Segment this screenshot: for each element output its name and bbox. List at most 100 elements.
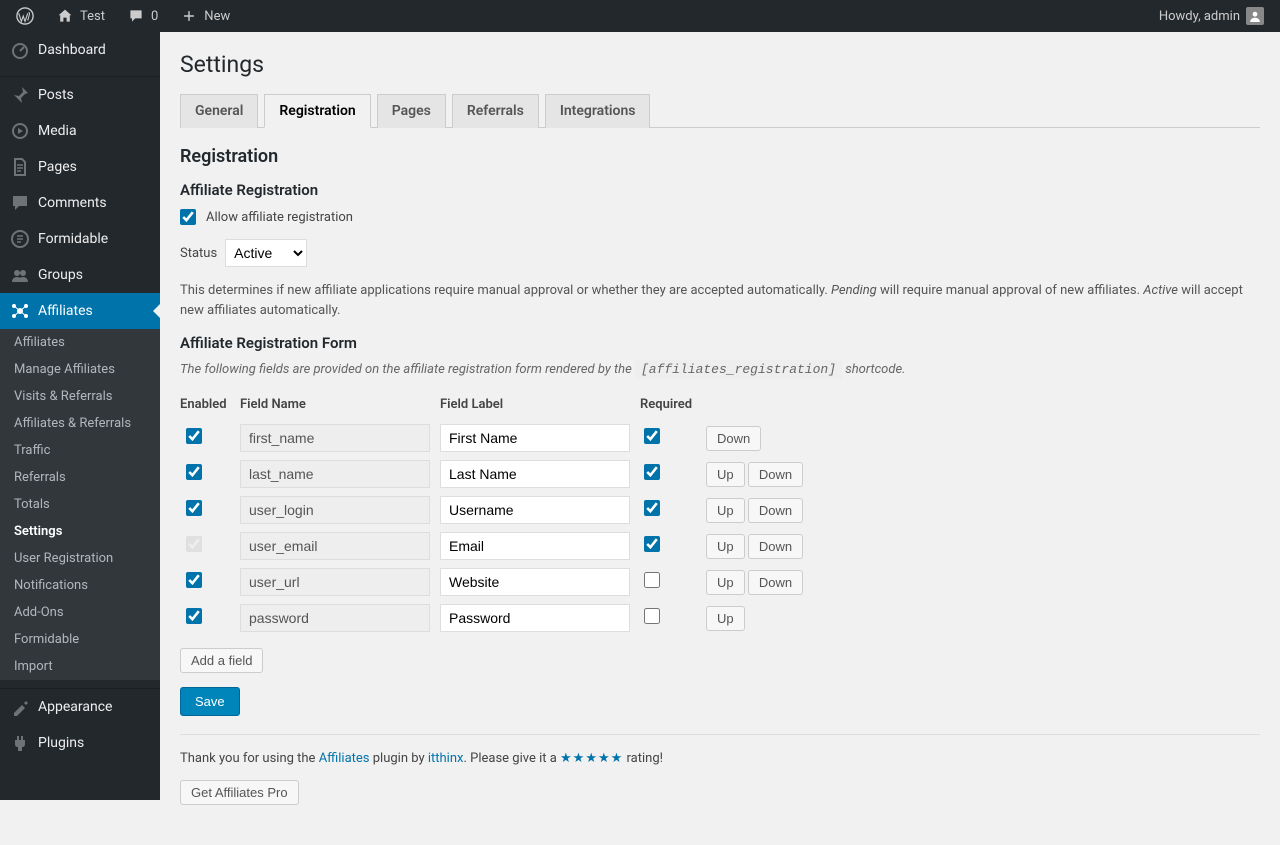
field-name-input[interactable] [240, 604, 430, 632]
field-label-input[interactable] [440, 496, 630, 524]
required-checkbox[interactable] [644, 608, 660, 624]
menu-label: Appearance [38, 699, 112, 715]
menu-label: Dashboard [38, 42, 106, 58]
field-label-input[interactable] [440, 424, 630, 452]
submenu-settings[interactable]: Settings [0, 518, 160, 545]
up-button[interactable]: Up [706, 606, 745, 631]
avatar [1246, 7, 1264, 25]
menu-affiliates[interactable]: Affiliates [0, 293, 160, 329]
submenu-user-registration[interactable]: User Registration [0, 545, 160, 572]
menu-label: Comments [38, 195, 107, 211]
submenu-formidable[interactable]: Formidable [0, 626, 160, 653]
submenu-totals[interactable]: Totals [0, 491, 160, 518]
enabled-checkbox[interactable] [186, 464, 202, 480]
affiliates-icon [10, 301, 30, 321]
menu-media[interactable]: Media [0, 113, 160, 149]
down-button[interactable]: Down [706, 426, 761, 451]
new-link[interactable]: New [172, 0, 238, 32]
menu-posts[interactable]: Posts [0, 77, 160, 113]
down-button[interactable]: Down [748, 570, 803, 595]
new-label: New [204, 9, 230, 24]
menu-dashboard[interactable]: Dashboard [0, 32, 160, 68]
page-title: Settings [180, 42, 1260, 82]
menu-appearance[interactable]: Appearance [0, 689, 160, 725]
submenu-import[interactable]: Import [0, 653, 160, 680]
wp-logo[interactable] [8, 0, 42, 32]
comments-link[interactable]: 0 [119, 0, 166, 32]
appearance-icon [10, 697, 30, 717]
submenu-add-ons[interactable]: Add-Ons [0, 599, 160, 626]
down-button[interactable]: Down [748, 534, 803, 559]
menu-pages[interactable]: Pages [0, 149, 160, 185]
affiliates-link[interactable]: Affiliates [319, 751, 370, 766]
up-button[interactable]: Up [706, 462, 745, 487]
field-label-input[interactable] [440, 532, 630, 560]
field-label-input[interactable] [440, 604, 630, 632]
allow-registration-checkbox[interactable] [180, 209, 196, 225]
field-name-input[interactable] [240, 496, 430, 524]
required-checkbox[interactable] [644, 572, 660, 588]
status-select[interactable]: ActivePending [225, 239, 307, 267]
enabled-checkbox[interactable] [186, 428, 202, 444]
footer-thanks: Thank you for using the Affiliates plugi… [180, 751, 1260, 766]
fields-table: Enabled Field Name Field Label Required … [180, 389, 809, 638]
field-name-input[interactable] [240, 568, 430, 596]
menu-groups[interactable]: Groups [0, 257, 160, 293]
up-button[interactable]: Up [706, 498, 745, 523]
submenu-affiliates[interactable]: Affiliates [0, 329, 160, 356]
plugins-icon [10, 733, 30, 753]
howdy-link[interactable]: Howdy, admin [1151, 0, 1272, 32]
heading-registration-form: Affiliate Registration Form [180, 334, 1260, 352]
tab-referrals[interactable]: Referrals [452, 94, 539, 128]
th-enabled: Enabled [180, 393, 240, 418]
submenu-affiliates-referrals[interactable]: Affiliates & Referrals [0, 410, 160, 437]
required-checkbox[interactable] [644, 464, 660, 480]
save-button[interactable]: Save [180, 687, 240, 716]
enabled-checkbox[interactable] [186, 608, 202, 624]
menu-plugins[interactable]: Plugins [0, 725, 160, 761]
section-registration: Registration [180, 146, 1260, 167]
field-label-input[interactable] [440, 568, 630, 596]
page-icon [10, 157, 30, 177]
field-name-input[interactable] [240, 532, 430, 560]
howdy-text: Howdy, admin [1159, 9, 1240, 24]
down-button[interactable]: Down [748, 462, 803, 487]
required-checkbox[interactable] [644, 428, 660, 444]
tab-integrations[interactable]: Integrations [545, 94, 651, 128]
th-required: Required [640, 393, 706, 418]
site-link[interactable]: Test [48, 0, 113, 32]
rating-stars[interactable]: ★★★★★ [560, 751, 623, 766]
required-checkbox[interactable] [644, 500, 660, 516]
tab-pages[interactable]: Pages [377, 94, 446, 128]
tab-registration[interactable]: Registration [264, 94, 370, 128]
wordpress-icon [16, 7, 34, 25]
up-button[interactable]: Up [706, 534, 745, 559]
field-name-input[interactable] [240, 424, 430, 452]
tab-general[interactable]: General [180, 94, 258, 128]
menu-label: Pages [38, 159, 77, 175]
formidable-icon [10, 229, 30, 249]
submenu-traffic[interactable]: Traffic [0, 437, 160, 464]
field-name-input[interactable] [240, 460, 430, 488]
submenu-manage-affiliates[interactable]: Manage Affiliates [0, 356, 160, 383]
th-order [706, 393, 809, 418]
down-button[interactable]: Down [748, 498, 803, 523]
menu-label: Posts [38, 87, 74, 103]
menu-label: Plugins [38, 735, 84, 751]
enabled-checkbox[interactable] [186, 572, 202, 588]
submenu-referrals[interactable]: Referrals [0, 464, 160, 491]
required-checkbox[interactable] [644, 536, 660, 552]
th-field-name: Field Name [240, 393, 440, 418]
field-label-input[interactable] [440, 460, 630, 488]
author-link[interactable]: itthinx [428, 751, 464, 766]
submenu-notifications[interactable]: Notifications [0, 572, 160, 599]
get-pro-button[interactable]: Get Affiliates Pro [180, 780, 299, 805]
menu-comments[interactable]: Comments [0, 185, 160, 221]
add-field-button[interactable]: Add a field [180, 648, 263, 673]
status-description: This determines if new affiliate applica… [180, 281, 1260, 320]
enabled-checkbox[interactable] [186, 500, 202, 516]
submenu-visits-referrals[interactable]: Visits & Referrals [0, 383, 160, 410]
menu-formidable[interactable]: Formidable [0, 221, 160, 257]
up-button[interactable]: Up [706, 570, 745, 595]
media-icon [10, 121, 30, 141]
